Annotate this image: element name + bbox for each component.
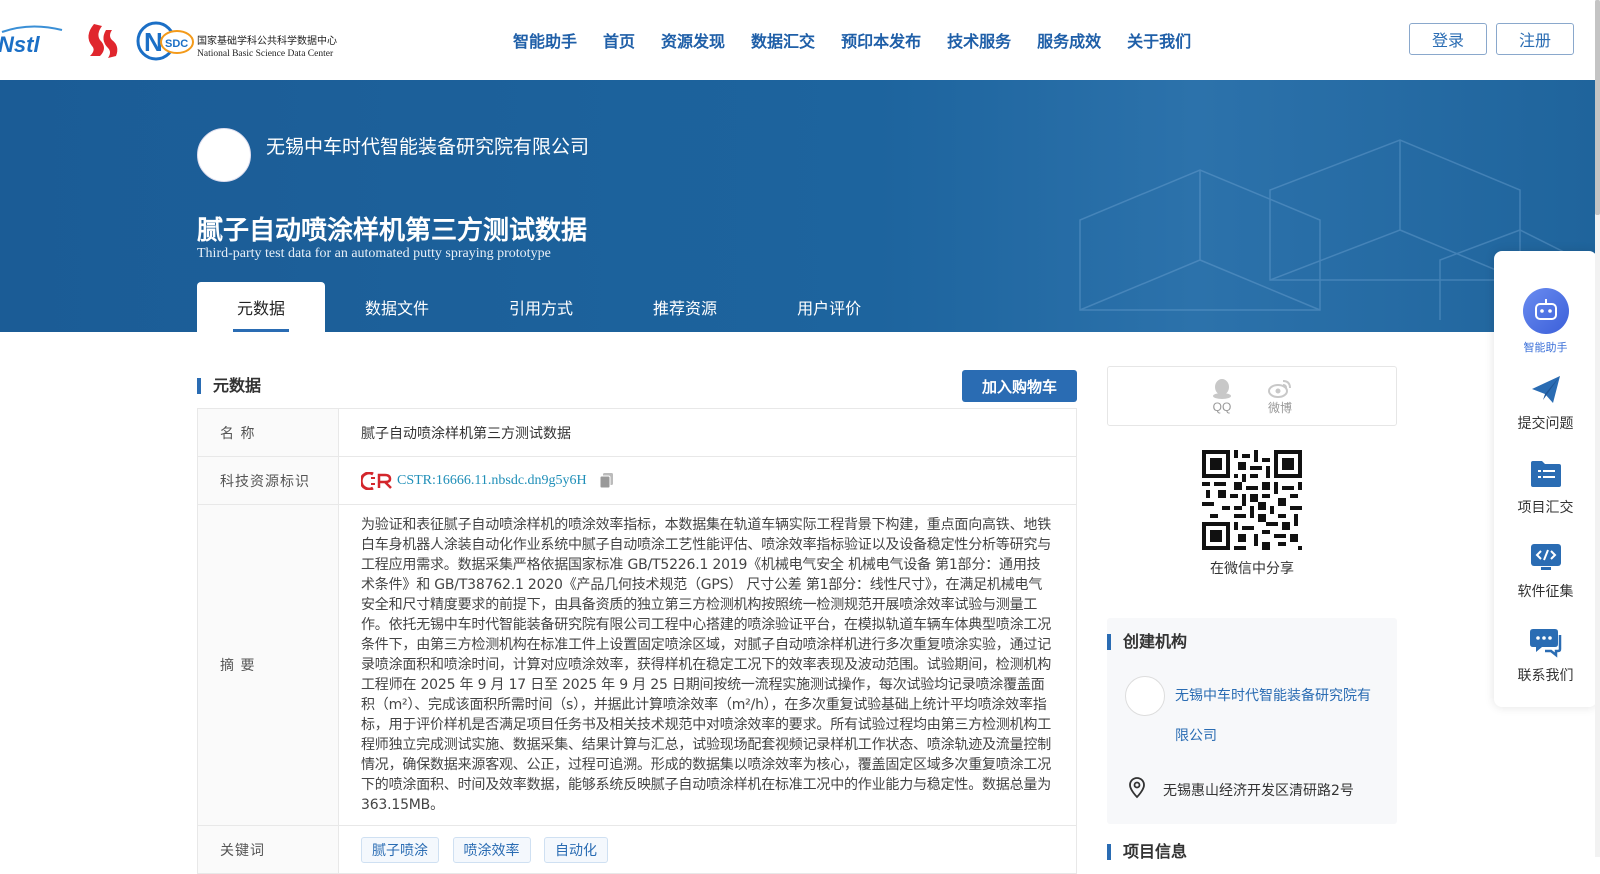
keyword-tag[interactable]: 腻子喷涂 [361,836,439,863]
tab-recommended[interactable]: 推荐资源 [613,282,757,332]
float-software-collect[interactable]: 软件征集 [1494,541,1597,601]
cstr-logo-icon [361,471,392,490]
keyword-tag[interactable]: 自动化 [544,836,608,863]
nav-assistant[interactable]: 智能助手 [513,28,577,52]
svg-text:N: N [144,27,163,57]
abstract-cell: 为验证和表征腻子自动喷涂样机的喷涂效率指标，本数据集在轨道车辆实际工程背景下构建… [338,504,1077,826]
float-submit-question[interactable]: 提交问题 [1494,373,1597,433]
location-icon [1129,777,1145,799]
svg-text:SDC: SDC [165,38,188,50]
float-project-collect[interactable]: 项目汇交 [1494,457,1597,517]
dataset-hero: 无锡中车时代智能装备研究院有限公司 腻子自动喷涂样机第三方测试数据 Third-… [0,80,1595,332]
creator-org-box: 创建机构 无锡中车时代智能装备研究院有限公司 无锡惠山经济开发区清研路2号 [1107,618,1397,824]
org-small-avatar [1125,676,1165,716]
float-project-label: 项目汇交 [1517,500,1574,516]
float-assistant-label: 智能助手 [1523,341,1568,354]
share-qq-label: QQ [1212,400,1232,414]
float-submit-label: 提交问题 [1517,416,1574,432]
share-box: QQ 微博 [1107,366,1397,426]
paper-plane-icon [1531,376,1560,403]
name-value: 腻子自动喷涂样机第三方测试数据 [338,408,1077,457]
nav-data-submission[interactable]: 数据汇交 [751,28,815,52]
svg-text:国家基础学科公共科学数据中心: 国家基础学科公共科学数据中心 [197,34,337,47]
table-row: 关键词 腻子喷涂 喷涂效率 自动化 [197,825,1077,874]
metadata-header: 元数据 加入购物车 [197,370,1077,402]
wechat-qr-code [1202,450,1302,550]
right-sidebar: QQ 微博 在微信中分享 创建机构 无锡中车时代智能装备研究院有限公司 无锡惠山… [1107,366,1397,860]
nav-preprint[interactable]: 预印本发布 [841,28,921,52]
add-to-cart-button[interactable]: 加入购物车 [962,370,1077,402]
register-button[interactable]: 注册 [1496,23,1574,55]
table-row: 科技资源标识 CSTR:16666.11.nbsdc.dn9g5y6H [197,456,1077,505]
nav-service-results[interactable]: 服务成效 [1037,28,1101,52]
scrollbar-thumb[interactable] [1595,0,1600,215]
weibo-icon [1267,379,1291,398]
float-contact-us[interactable]: 联系我们 [1494,625,1597,685]
robot-icon [1522,288,1569,334]
float-software-label: 软件征集 [1517,584,1574,600]
login-button[interactable]: 登录 [1409,23,1487,55]
nsdc-logo[interactable]: N SDC 国家基础学科公共科学数据中心 National Basic Scie… [135,20,350,62]
hero-org-name[interactable]: 无锡中车时代智能装备研究院有限公司 [266,132,589,159]
nav-home[interactable]: 首页 [603,28,635,52]
svg-text:National Basic Science Data Ce: National Basic Science Data Center [197,49,334,59]
tab-reviews[interactable]: 用户评价 [757,282,901,332]
top-header: Nstl N SDC 国家基础学科公共科学数据中心 National Basic… [0,0,1595,80]
main-nav: 智能助手 首页 资源发现 数据汇交 预印本发布 技术服务 服务成效 关于我们 [500,0,1204,80]
metadata-section: 元数据 加入购物车 名 称 腻子自动喷涂样机第三方测试数据 科技资源标识 CST… [197,370,1077,874]
abstract-label: 摘 要 [197,504,339,826]
table-row: 名 称 腻子自动喷涂样机第三方测试数据 [197,408,1077,457]
nav-tech-service[interactable]: 技术服务 [947,28,1011,52]
tab-metadata[interactable]: 元数据 [197,282,326,332]
metadata-table: 名 称 腻子自动喷涂样机第三方测试数据 科技资源标识 CSTR:16666.11… [197,408,1077,874]
page-scrollbar[interactable] [1595,0,1600,857]
cstr-cell: CSTR:16666.11.nbsdc.dn9g5y6H [338,456,1077,505]
qq-icon [1212,379,1231,399]
floating-toolbar: 智能助手 提交问题 项目汇交 软件征集 联系我们 [1494,251,1597,707]
partner-logo[interactable] [80,20,120,60]
cstr-label: 科技资源标识 [197,456,339,505]
keyword-label: 关键词 [197,825,339,874]
org-avatar [197,128,251,182]
float-assistant[interactable]: 智能助手 [1494,287,1597,355]
copy-icon[interactable] [599,472,615,490]
org-address: 无锡惠山经济开发区清研路2号 [1163,783,1354,799]
folder-list-icon [1530,461,1561,487]
svg-text:Nstl: Nstl [0,32,40,57]
float-contact-label: 联系我们 [1517,668,1574,684]
keyword-cell: 腻子喷涂 喷涂效率 自动化 [338,825,1077,874]
abstract-text: 为验证和表征腻子自动喷涂样机的喷涂效率指标，本数据集在轨道车辆实际工程背景下构建… [361,517,1051,813]
chat-icon [1529,629,1561,658]
tab-data-files[interactable]: 数据文件 [325,282,469,332]
section-title: 元数据 [197,378,261,394]
table-row: 摘 要 为验证和表征腻子自动喷涂样机的喷涂效率指标，本数据集在轨道车辆实际工程背… [197,504,1077,826]
share-weibo[interactable]: 微博 [1267,377,1292,416]
name-label: 名 称 [197,408,339,457]
nav-about[interactable]: 关于我们 [1127,28,1191,52]
share-weibo-label: 微博 [1267,400,1292,415]
project-info-title: 项目信息 [1107,844,1187,860]
dataset-tabs: 元数据 数据文件 引用方式 推荐资源 用户评价 [197,282,901,332]
keyword-tag[interactable]: 喷涂效率 [452,836,531,863]
nstl-logo[interactable]: Nstl [0,24,66,58]
creator-org-link[interactable]: 无锡中车时代智能装备研究院有限公司 [1175,676,1375,756]
tab-citation[interactable]: 引用方式 [469,282,613,332]
code-icon [1530,544,1561,570]
creator-org-title: 创建机构 [1107,634,1187,650]
share-qq[interactable]: QQ [1212,378,1232,414]
dataset-title: 腻子自动喷涂样机第三方测试数据 [197,216,588,246]
cstr-link[interactable]: CSTR:16666.11.nbsdc.dn9g5y6H [397,473,587,489]
dataset-title-en: Third-party test data for an automated p… [197,246,551,261]
qr-caption: 在微信中分享 [1210,561,1294,577]
nav-resource-discovery[interactable]: 资源发现 [661,28,725,52]
